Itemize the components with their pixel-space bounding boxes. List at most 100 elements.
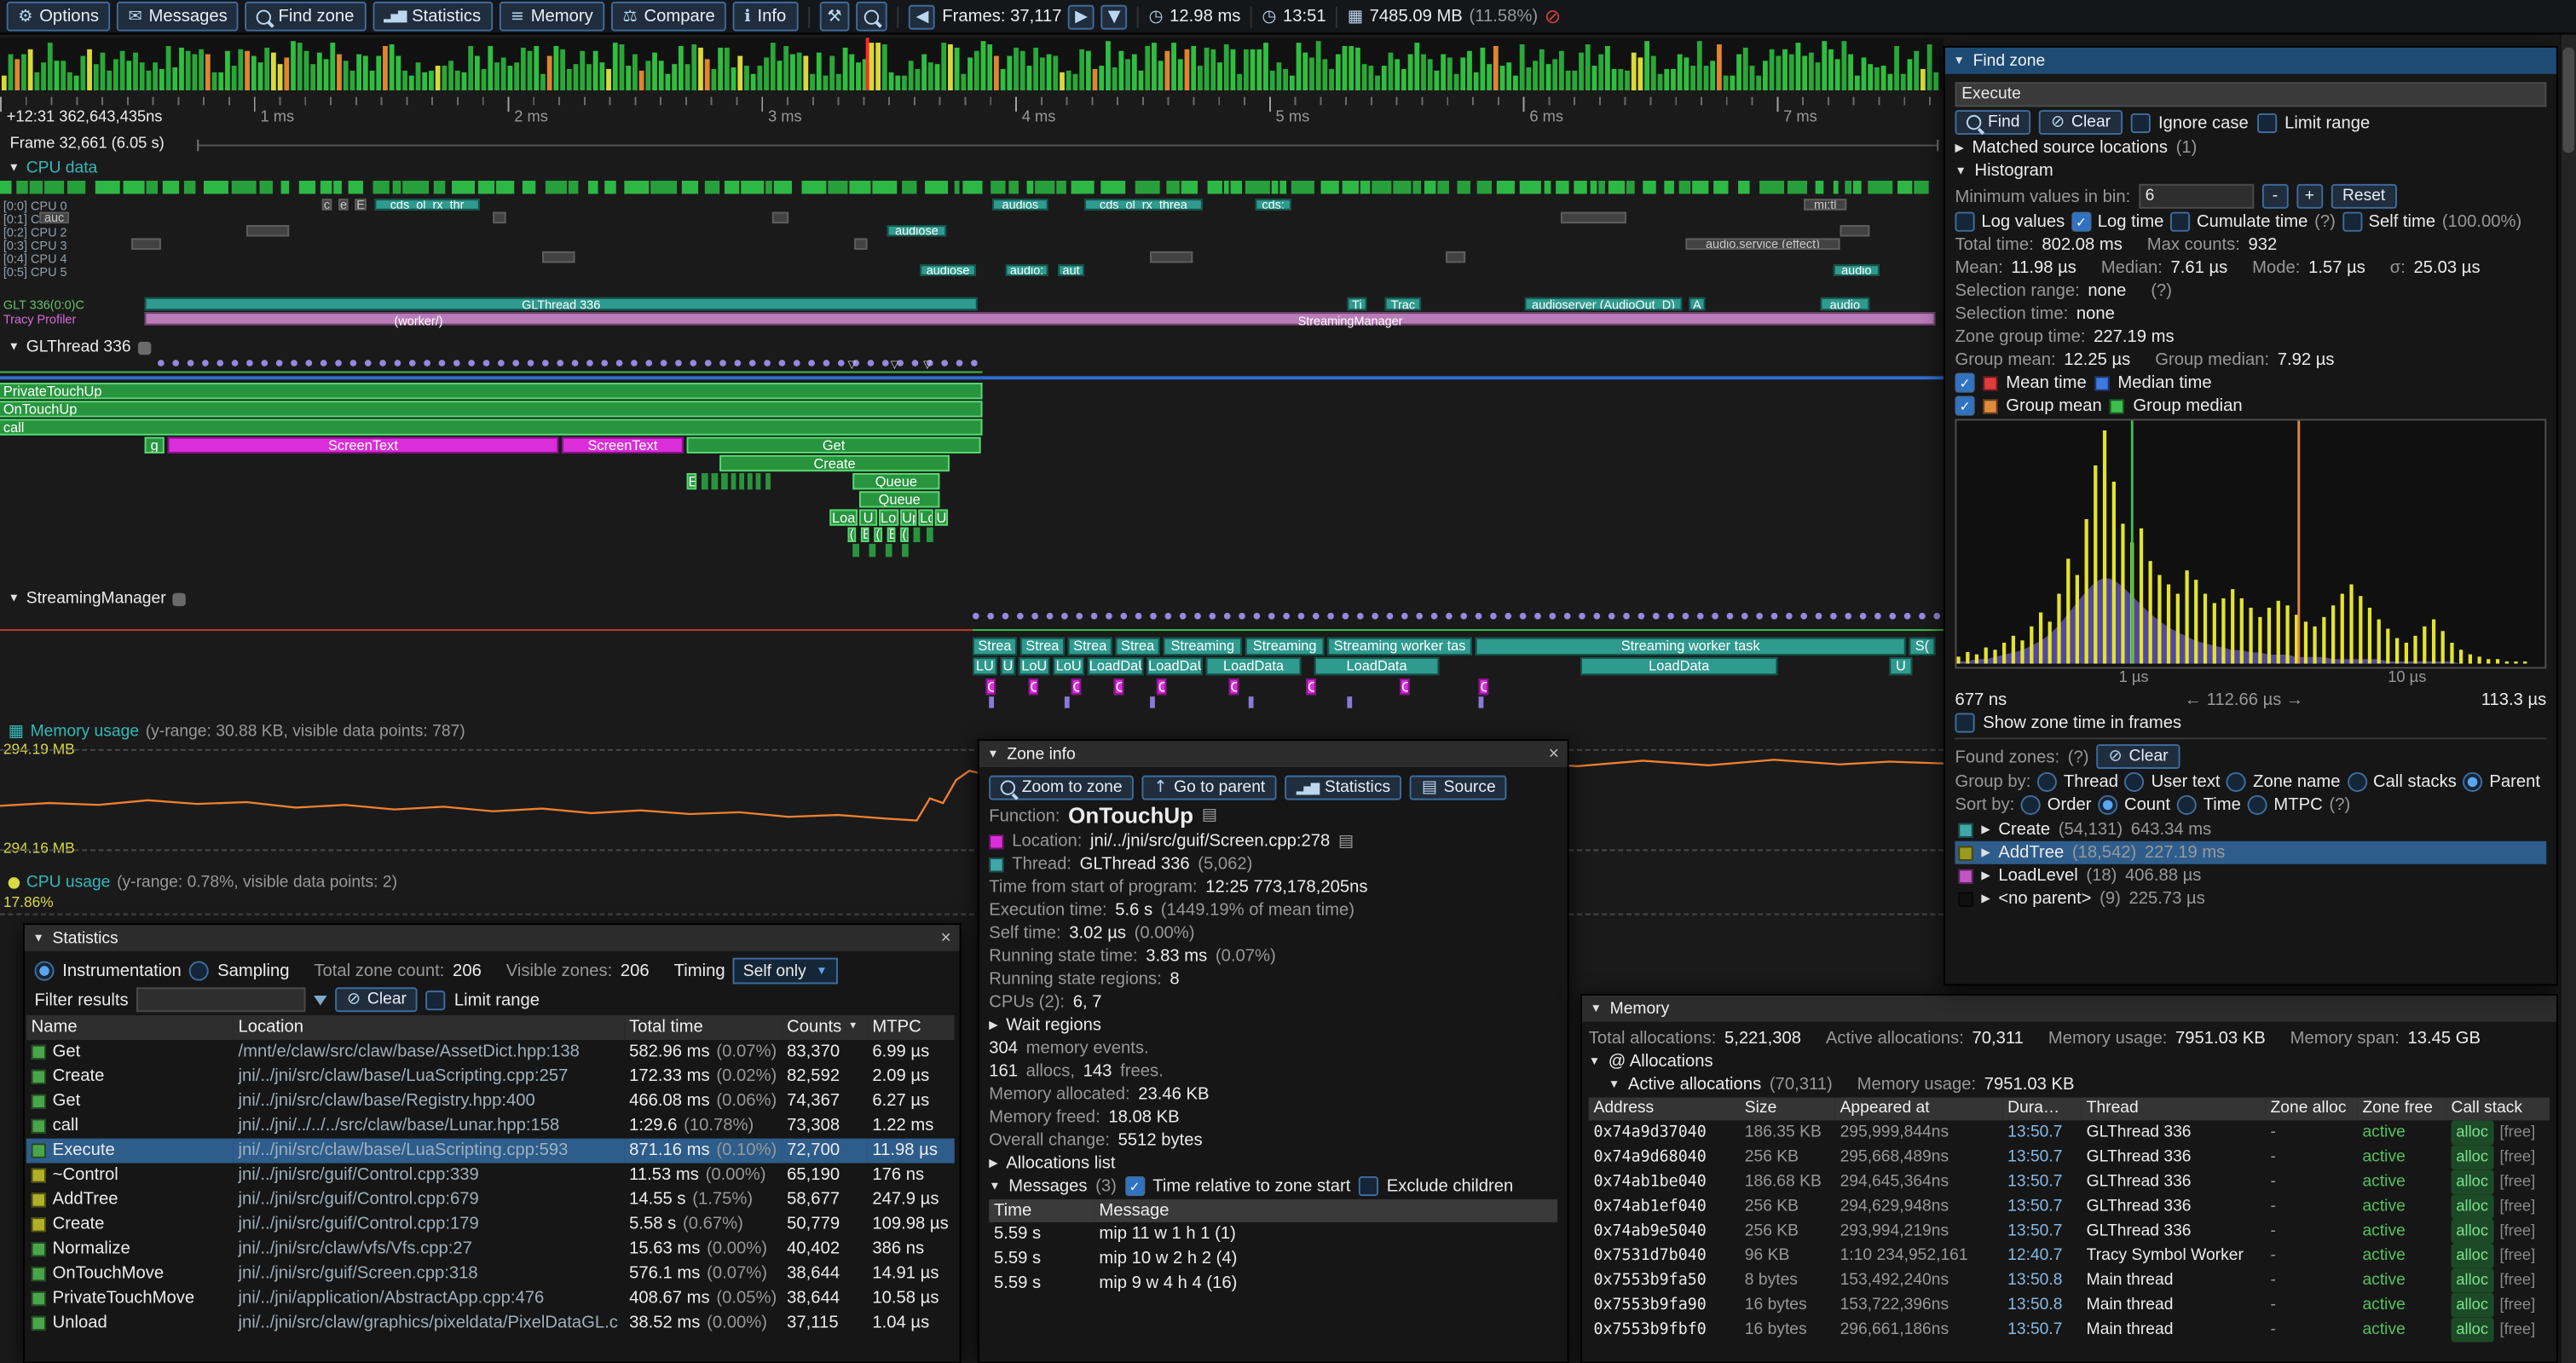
table-row-total[interactable]: 871.16 ms(0.10%) xyxy=(624,1139,782,1164)
message-dot[interactable] xyxy=(172,360,179,367)
limit-range-checkbox[interactable] xyxy=(426,990,446,1009)
frame-bar[interactable] xyxy=(14,59,19,90)
memory-duration[interactable]: 13:50.7 xyxy=(2002,1120,2082,1145)
expander-icon[interactable]: ▶ xyxy=(1955,141,1963,154)
cpu-zone[interactable]: audiose xyxy=(887,225,946,236)
frame-bar[interactable] xyxy=(1066,71,1071,90)
frame-bar[interactable] xyxy=(1224,44,1228,90)
frame-bar[interactable] xyxy=(1592,66,1597,90)
message-dot[interactable] xyxy=(409,360,416,367)
message-dot[interactable] xyxy=(261,360,268,367)
frame-bar[interactable] xyxy=(80,55,84,90)
frame-bar[interactable] xyxy=(1139,71,1143,90)
message-dot[interactable] xyxy=(1254,613,1261,620)
frame-bar[interactable] xyxy=(1460,58,1464,90)
message-dot[interactable] xyxy=(365,360,372,367)
cpu-zone[interactable] xyxy=(1561,212,1626,223)
frame-bar[interactable] xyxy=(1171,43,1175,90)
frame-bar[interactable] xyxy=(1316,42,1320,90)
frame-bar[interactable] xyxy=(1382,66,1386,90)
timeline-zone[interactable] xyxy=(869,544,876,557)
message-dot[interactable] xyxy=(291,360,297,367)
table-row-mtpc[interactable]: 2.09 µs xyxy=(868,1065,955,1089)
limit-range-checkbox[interactable] xyxy=(2256,113,2276,132)
frame-bar[interactable] xyxy=(297,43,302,90)
close-icon[interactable]: × xyxy=(940,928,950,948)
frame-bar[interactable] xyxy=(409,75,413,90)
scrollbar-thumb[interactable] xyxy=(2563,48,2574,153)
frame-bar[interactable] xyxy=(1060,73,1064,90)
frame-bar[interactable] xyxy=(1770,50,1774,90)
message-dot[interactable] xyxy=(1150,613,1157,620)
message-dot[interactable] xyxy=(838,360,845,367)
table-row-counts[interactable]: 65,190 xyxy=(782,1164,867,1188)
frame-bar[interactable] xyxy=(1671,69,1675,90)
memory-zone-free[interactable]: active xyxy=(2358,1244,2446,1268)
message-dot[interactable] xyxy=(1002,613,1009,620)
timeline-zone[interactable]: Get xyxy=(687,437,981,453)
table-row-mtpc[interactable]: 6.99 µs xyxy=(868,1040,955,1065)
frame-bar[interactable] xyxy=(422,72,426,90)
memory-zone-free[interactable]: active xyxy=(2358,1194,2446,1219)
frame-bar[interactable] xyxy=(836,73,840,90)
frame-bar[interactable] xyxy=(1244,49,1248,90)
table-row-counts[interactable]: 50,779 xyxy=(782,1212,867,1237)
message-dot[interactable] xyxy=(217,360,223,367)
message-dot[interactable] xyxy=(971,360,978,367)
frame-bar[interactable] xyxy=(554,45,558,90)
message-dot[interactable] xyxy=(1830,613,1837,620)
cpu-zone[interactable]: Trac xyxy=(1385,297,1421,310)
frame-bar[interactable] xyxy=(1566,72,1570,90)
frame-bar[interactable] xyxy=(803,56,807,90)
timeline-zone[interactable]: C xyxy=(1114,679,1124,695)
timeline-zone[interactable]: Queue xyxy=(852,473,939,489)
frame-bar[interactable] xyxy=(889,72,893,90)
frame-bar[interactable] xyxy=(448,61,453,90)
memory-address[interactable]: 0x74ab1be040 xyxy=(1589,1170,1740,1194)
table-row-mtpc[interactable]: 176 ns xyxy=(868,1164,955,1188)
frame-bar[interactable] xyxy=(645,61,650,90)
frame-bar[interactable] xyxy=(1618,69,1622,90)
memory-size[interactable]: 186.68 KB xyxy=(1740,1170,1835,1194)
frame-bar[interactable] xyxy=(232,66,236,90)
table-row-total[interactable]: 11.53 ms(0.00%) xyxy=(624,1164,782,1188)
frame-bar[interactable] xyxy=(1763,61,1767,90)
legend-checkbox[interactable]: ✓ xyxy=(1955,396,1974,415)
frame-bar[interactable] xyxy=(1796,43,1800,90)
collapse-icon[interactable]: ▼ xyxy=(9,593,20,604)
frame-bar[interactable] xyxy=(1828,50,1833,90)
memory-header-cell[interactable]: Dura… xyxy=(2002,1097,2082,1120)
prev-frame-button[interactable]: ◀ xyxy=(910,4,936,29)
frame-bar[interactable] xyxy=(620,45,624,90)
memory-size[interactable]: 16 bytes xyxy=(1740,1293,1835,1318)
message-dot[interactable] xyxy=(1490,613,1497,620)
message-dot[interactable] xyxy=(350,360,357,367)
frame-bar[interactable] xyxy=(1435,71,1439,90)
table-row-location[interactable]: jni/../jni/src/guif/Control.cpp:679 xyxy=(234,1187,625,1212)
funnel-icon[interactable] xyxy=(314,995,326,1005)
alloc-link[interactable]: alloc xyxy=(2452,1194,2493,1219)
table-row-name[interactable]: Normalize xyxy=(26,1237,234,1262)
expander-icon[interactable]: ▼ xyxy=(1955,165,1966,176)
frame-bar[interactable] xyxy=(547,56,552,90)
frame-bar[interactable] xyxy=(757,66,761,90)
message-dot[interactable] xyxy=(1623,613,1630,620)
histogram-expander[interactable]: ▼Histogram xyxy=(1955,161,2546,181)
table-row-counts[interactable]: 58,677 xyxy=(782,1187,867,1212)
frame-bar[interactable] xyxy=(159,70,164,90)
alloc-link[interactable]: alloc xyxy=(2452,1145,2493,1170)
frame-bar[interactable] xyxy=(1835,60,1840,90)
toolbar-button-messages[interactable]: ✉Messages xyxy=(117,2,239,32)
cpu-zone[interactable] xyxy=(1840,225,1870,236)
zone-info-button-source[interactable]: ▤Source xyxy=(1410,776,1507,800)
memory-size[interactable]: 16 bytes xyxy=(1740,1318,1835,1343)
message-dot[interactable] xyxy=(675,360,682,367)
matched-locations-expander[interactable]: ▶Matched source locations(1) xyxy=(1955,138,2546,158)
frame-bar[interactable] xyxy=(1632,53,1636,90)
frame-bar[interactable] xyxy=(1644,42,1649,90)
frame-bar[interactable] xyxy=(1717,45,1721,90)
expander-icon[interactable]: ▶ xyxy=(1981,892,1990,905)
timeline-zone[interactable]: Streaming xyxy=(1245,638,1325,656)
cpu-zone[interactable]: Ti xyxy=(1347,297,1366,310)
message-dot[interactable] xyxy=(1120,613,1127,620)
